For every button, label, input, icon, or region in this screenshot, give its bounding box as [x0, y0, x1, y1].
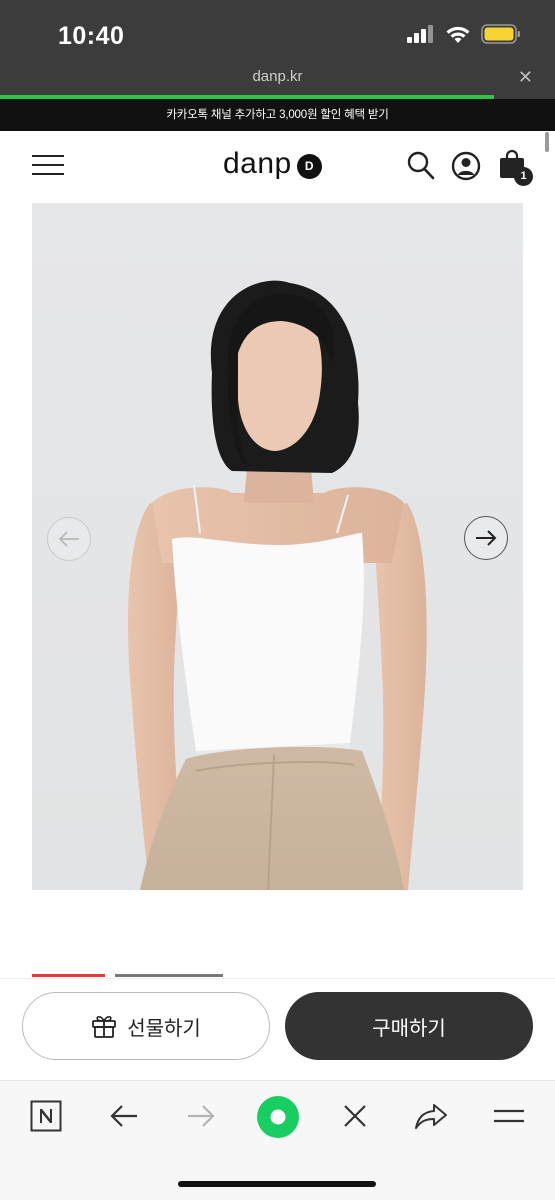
green-home-dot-icon[interactable]: [256, 1095, 300, 1139]
share-icon[interactable]: [414, 1098, 448, 1134]
user-account-icon[interactable]: [451, 151, 481, 181]
browser-url-bar[interactable]: danp.kr ✕: [0, 66, 555, 95]
hamburger-menu-icon[interactable]: [32, 155, 64, 177]
arrow-right-icon: [476, 530, 497, 546]
search-icon[interactable]: [407, 151, 435, 181]
logo-text: danp: [223, 147, 292, 180]
url-text[interactable]: danp.kr: [0, 68, 555, 85]
menu-lines-icon[interactable]: [492, 1098, 526, 1134]
gift-button-label: 선물하기: [127, 1017, 201, 1040]
home-indicator[interactable]: [178, 1181, 376, 1187]
cart-count-badge: 1: [514, 167, 533, 186]
forward-arrow-icon[interactable]: [185, 1098, 217, 1134]
logo-mark-icon: D: [296, 153, 322, 179]
promo-banner[interactable]: 카카오톡 채널 추가하고 3,000원 할인 혜택 받기: [0, 99, 555, 131]
slide-indicator[interactable]: [115, 974, 223, 977]
status-bar: 10:40: [0, 0, 555, 66]
site-header: danp D: [0, 131, 555, 201]
gift-button[interactable]: 선물하기: [22, 992, 270, 1060]
arrow-left-icon: [58, 531, 79, 547]
battery-icon: [481, 24, 520, 44]
gift-icon: [92, 1015, 117, 1038]
buy-button[interactable]: 구매하기: [285, 992, 533, 1060]
product-photo: [32, 203, 523, 890]
buy-button-label: 구매하기: [372, 1017, 446, 1040]
page-scrollbar[interactable]: [545, 132, 549, 152]
cellular-signal-icon: [407, 25, 433, 43]
naver-n-icon[interactable]: [30, 1098, 62, 1134]
product-image[interactable]: [32, 203, 523, 890]
status-time: 10:40: [58, 22, 125, 50]
carousel-next-button[interactable]: [464, 516, 508, 560]
slide-indicator-active[interactable]: [32, 974, 105, 977]
wifi-icon: [446, 26, 470, 43]
close-icon[interactable]: ✕: [518, 67, 533, 88]
site-logo[interactable]: danp D: [223, 147, 322, 181]
status-icons: [407, 24, 521, 44]
back-arrow-icon[interactable]: [108, 1098, 140, 1134]
carousel-prev-button[interactable]: [47, 517, 91, 561]
close-x-icon[interactable]: [340, 1098, 370, 1134]
